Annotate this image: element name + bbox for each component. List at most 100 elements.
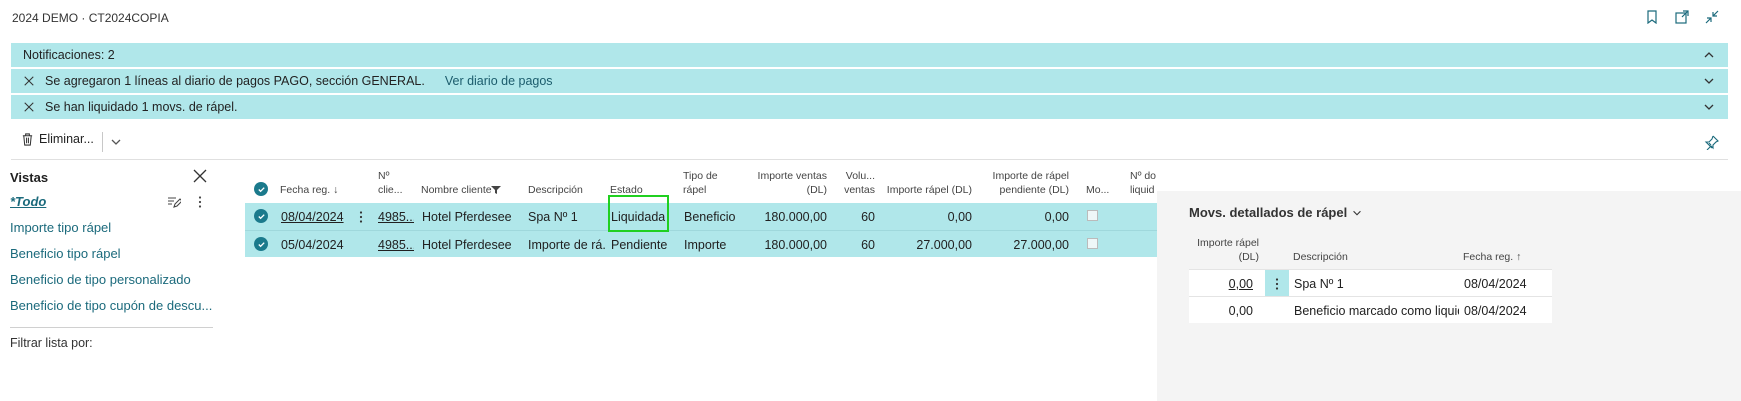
cell-customer-name: Hotel Pferdesee [422, 210, 512, 224]
bookmark-icon[interactable] [1643, 8, 1661, 26]
filter-list-label: Filtrar lista por: [10, 336, 93, 350]
col-header-settlement-doc-2[interactable]: liquid [1130, 184, 1157, 197]
col-header-pending-rebate[interactable]: Importe de rápel [980, 170, 1069, 183]
col-header-rebate-amount[interactable]: Importe rápel (DL) [875, 184, 972, 197]
chevron-down-icon[interactable] [109, 135, 123, 149]
title-bar: 2024 DEMO · CT2024COPIA [0, 0, 1741, 36]
fb-cell-date: 08/04/2024 [1464, 304, 1527, 318]
row-checkbox[interactable] [254, 209, 268, 223]
highlight-box [608, 195, 669, 232]
cell-date[interactable]: 08/04/2024 [281, 210, 344, 224]
cell-volume: 60 [861, 238, 875, 252]
collapse-icon[interactable] [1703, 8, 1721, 26]
view-item-all[interactable]: *Todo [10, 189, 220, 215]
fb-cell-description: Beneficio marcado como liquid... [1294, 304, 1459, 318]
fb-cell-amount[interactable]: 0,00 [1189, 277, 1253, 291]
list-item[interactable]: 0,00 Spa Nº 1 08/04/2024 [1189, 269, 1552, 297]
grid-header: Fecha reg. ↓ Nº clie... Nombre cliente D… [245, 165, 1157, 203]
view-item-coupon-benefit[interactable]: Beneficio de tipo cupón de descu... [10, 293, 220, 319]
cell-customer-no[interactable]: 4985... [378, 210, 414, 224]
factbox-header: Importe rápel (DL) Descripción Fecha reg… [1189, 232, 1552, 269]
notification-item: Se han liquidado 1 movs. de rápel. [11, 95, 1728, 120]
views-title: Vistas [10, 170, 49, 185]
trash-icon [22, 132, 33, 146]
col-header-rebate-type-2[interactable]: rápel [683, 184, 706, 197]
notification-text: Se agregaron 1 líneas al diario de pagos… [45, 74, 425, 88]
select-all-checkbox[interactable] [254, 182, 268, 196]
notifications-summary[interactable]: Notificaciones: 2 [11, 43, 1728, 68]
col-header-sales-amount-2[interactable]: (DL) [745, 184, 827, 197]
edit-view-icon[interactable] [167, 195, 181, 209]
col-header-date[interactable]: Fecha reg. ↓ [280, 184, 338, 197]
fb-cell-date: 08/04/2024 [1464, 277, 1527, 291]
delete-label: Eliminar... [39, 132, 94, 146]
col-header-sales-amount[interactable]: Importe ventas [745, 170, 827, 183]
table-row[interactable]: 08/04/2024 4985... Hotel Pferdesee Spa N… [245, 203, 1157, 230]
cell-sales-amount: 180.000,00 [764, 210, 827, 224]
close-icon[interactable] [23, 74, 37, 88]
notification-text: Se han liquidado 1 movs. de rápel. [45, 100, 238, 114]
col-header-volume-2[interactable]: ventas [835, 184, 875, 197]
cell-checkbox[interactable] [1087, 210, 1098, 221]
factbox-title[interactable]: Movs. detallados de rápel [1189, 205, 1552, 220]
notification-item: Se agregaron 1 líneas al diario de pagos… [11, 69, 1728, 94]
cell-checkbox[interactable] [1087, 238, 1098, 249]
cell-rebate-type: Importe [684, 238, 727, 252]
fb-col-header-description[interactable]: Descripción [1293, 251, 1348, 264]
close-icon[interactable] [23, 100, 37, 114]
chevron-down-icon[interactable] [1702, 100, 1716, 114]
view-item-label: *Todo [10, 194, 47, 209]
row-checkbox[interactable] [254, 237, 268, 251]
views-panel: Vistas *Todo Importe tipo rápel Benefici… [10, 165, 220, 350]
cell-pending-rebate: 27.000,00 [1013, 238, 1069, 252]
col-header-volume[interactable]: Volu... [835, 170, 875, 183]
cell-rebate-amount: 0,00 [947, 210, 972, 224]
cell-description: Spa Nº 1 [528, 210, 578, 224]
col-header-customer-name[interactable]: Nombre cliente [421, 184, 492, 197]
fb-cell-description: Spa Nº 1 [1294, 277, 1344, 291]
factbox-table: Importe rápel (DL) Descripción Fecha reg… [1189, 232, 1552, 323]
view-item-rebate-benefit[interactable]: Beneficio tipo rápel [10, 241, 220, 267]
col-header-mo[interactable]: Mo... [1086, 184, 1109, 197]
cell-sales-amount: 180.000,00 [764, 238, 827, 252]
cell-rebate-type: Beneficio [684, 210, 736, 224]
table-row[interactable]: 05/04/2024 4985... Hotel Pferdesee Impor… [245, 230, 1157, 257]
open-new-window-icon[interactable] [1673, 8, 1691, 26]
col-header-customer-no[interactable]: Nº [378, 170, 389, 183]
pin-icon[interactable] [1704, 134, 1720, 150]
factbox-pane: Movs. detallados de rápel Importe rápel … [1157, 191, 1741, 401]
close-icon[interactable] [192, 168, 208, 184]
divider [10, 327, 213, 328]
cell-date[interactable]: 05/04/2024 [281, 238, 344, 252]
factbox-title-label: Movs. detallados de rápel [1189, 205, 1348, 220]
cell-volume: 60 [861, 210, 875, 224]
cell-status: Pendiente [611, 238, 668, 252]
more-options-icon[interactable] [193, 195, 207, 209]
divider [102, 132, 103, 152]
cell-rebate-amount: 27.000,00 [916, 238, 972, 252]
filter-icon[interactable] [491, 185, 501, 195]
col-header-description[interactable]: Descripción [528, 184, 583, 197]
cell-customer-no[interactable]: 4985... [378, 238, 414, 252]
fb-col-header-date[interactable]: Fecha reg. ↑ [1463, 251, 1521, 264]
col-header-rebate-type[interactable]: Tipo de [683, 170, 718, 183]
delete-button[interactable]: Eliminar... [21, 132, 94, 146]
view-payment-journal-link[interactable]: Ver diario de pagos [445, 74, 553, 88]
col-header-settlement-doc[interactable]: Nº do [1130, 170, 1157, 183]
action-bar: Eliminar... [11, 124, 1728, 160]
col-header-pending-rebate-2[interactable]: pendiente (DL) [980, 184, 1069, 197]
page-title: 2024 DEMO · CT2024COPIA [12, 11, 169, 25]
chevron-down-icon[interactable] [1351, 207, 1363, 219]
chevron-up-icon[interactable] [1702, 48, 1716, 62]
fb-col-header-amount[interactable]: Importe rápel [1189, 237, 1259, 250]
fb-col-header-amount-2[interactable]: (DL) [1189, 251, 1259, 264]
more-options-icon[interactable] [1265, 270, 1289, 297]
view-item-custom-benefit[interactable]: Beneficio de tipo personalizado [10, 267, 220, 293]
rebate-entries-grid: Fecha reg. ↓ Nº clie... Nombre cliente D… [245, 165, 1157, 203]
chevron-down-icon[interactable] [1702, 74, 1716, 88]
more-options-icon[interactable] [355, 210, 367, 224]
list-item[interactable]: 0,00 Beneficio marcado como liquid... 08… [1189, 296, 1552, 323]
view-item-rebate-amount[interactable]: Importe tipo rápel [10, 215, 220, 241]
fb-cell-amount[interactable]: 0,00 [1189, 304, 1253, 318]
col-header-customer-no-2[interactable]: clie... [378, 184, 403, 197]
